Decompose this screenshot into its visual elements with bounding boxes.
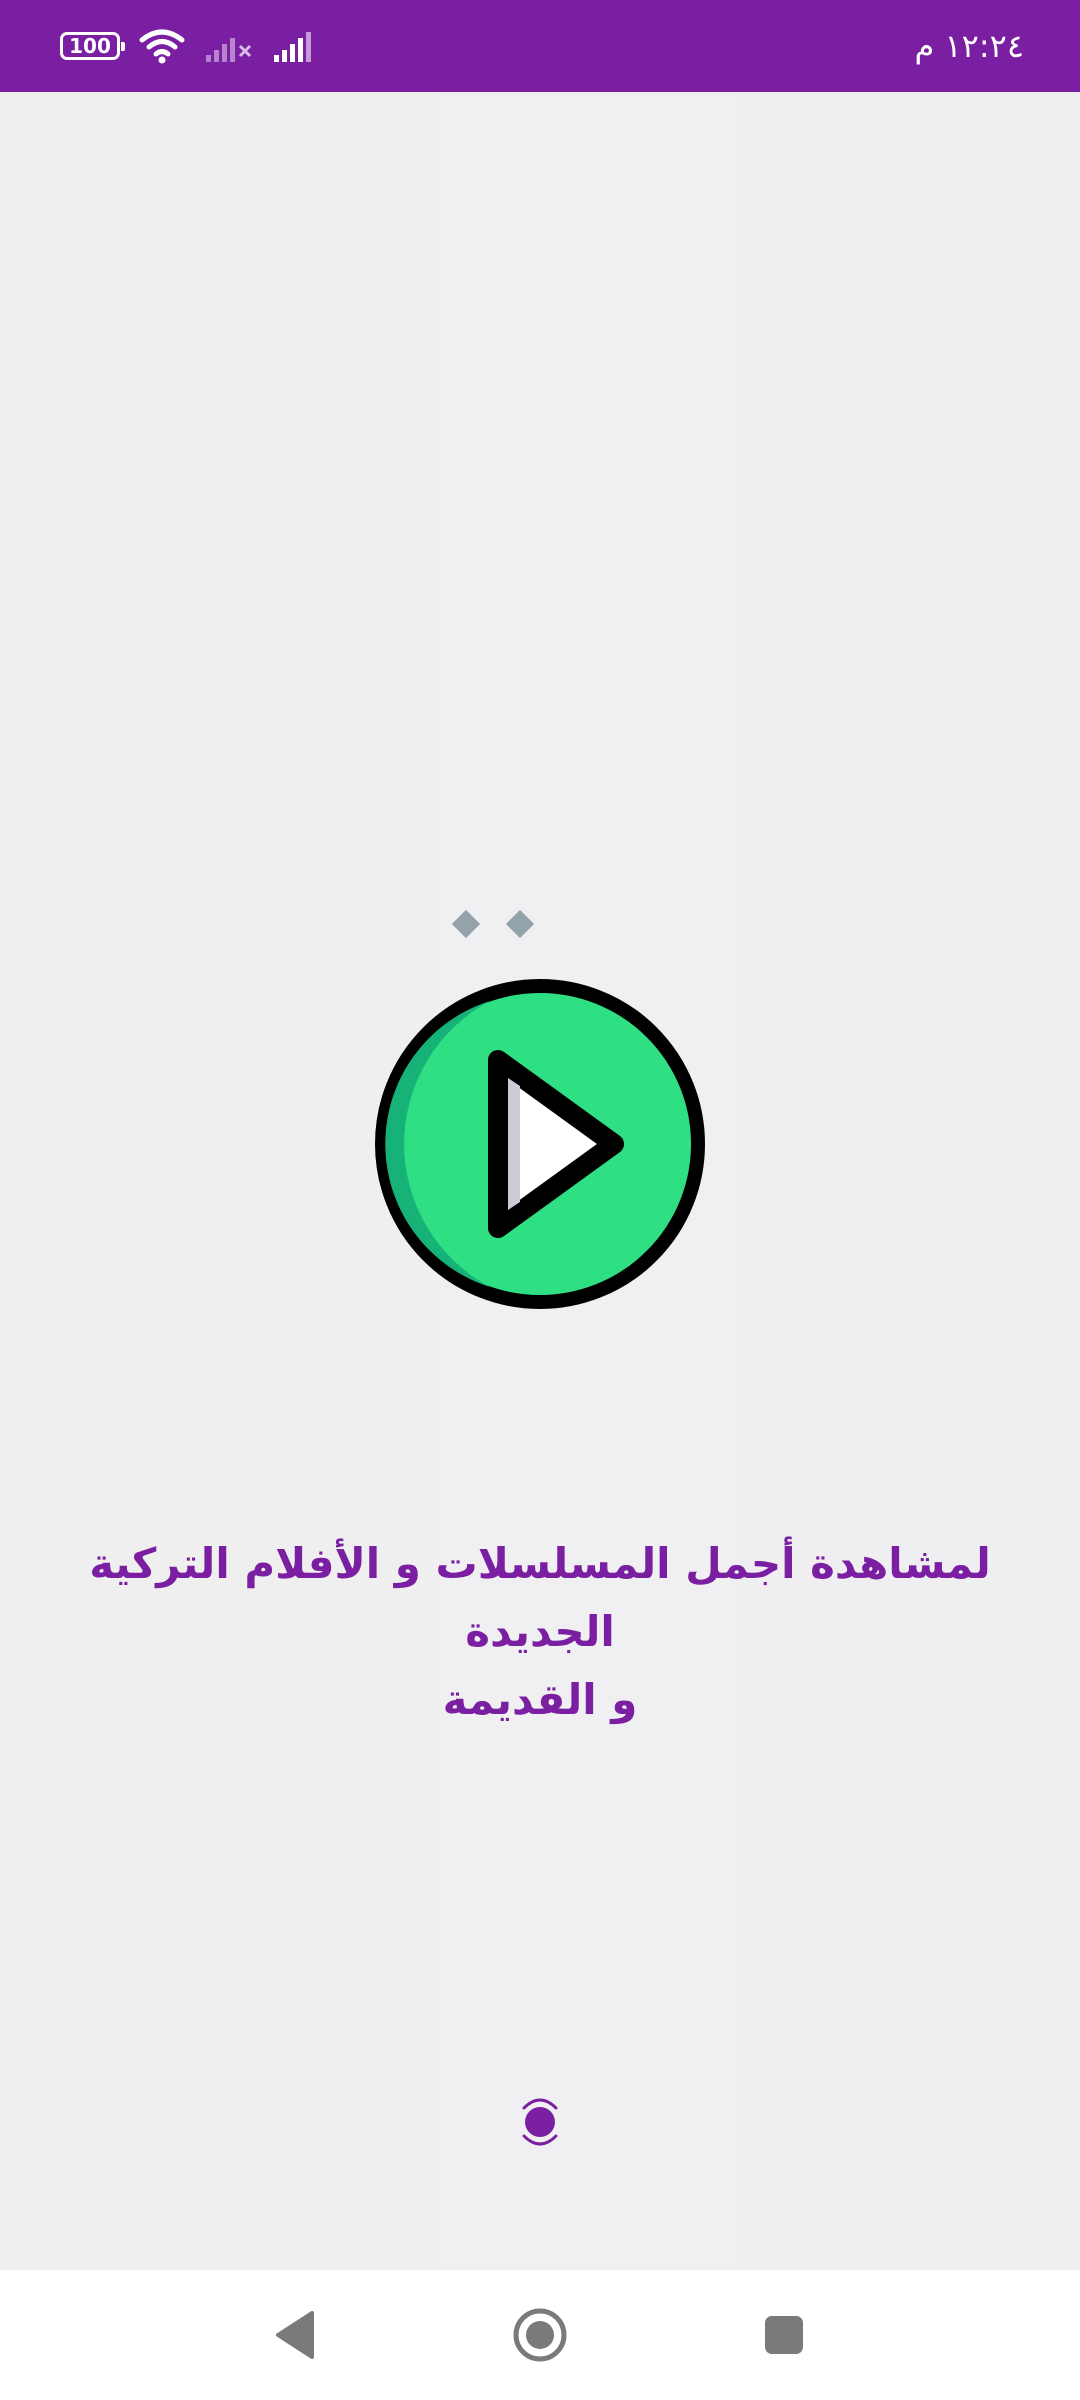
battery-icon: 100	[60, 32, 125, 60]
status-icons: 100	[60, 0, 322, 92]
wifi-icon	[139, 29, 185, 64]
tagline-line-1: لمشاهدة أجمل المسلسلات و الأفلام التركية…	[89, 1539, 991, 1656]
back-button[interactable]	[236, 2270, 356, 2400]
home-icon	[513, 2308, 567, 2362]
recents-icon	[765, 2316, 803, 2354]
splash-tagline: لمشاهدة أجمل المسلسلات و الأفلام التركية…	[40, 1530, 1040, 1734]
home-button[interactable]	[480, 2270, 600, 2400]
battery-level: 100	[69, 34, 111, 58]
navigation-bar	[0, 2270, 1080, 2400]
recents-button[interactable]	[724, 2270, 844, 2400]
back-icon	[276, 2311, 314, 2359]
status-time: ١٢:٢٤ م	[914, 27, 1024, 65]
signal-icon	[274, 32, 311, 62]
tv-play-icon	[375, 909, 705, 1309]
tagline-line-2: و القديمة	[442, 1675, 638, 1724]
loading-spinner-icon	[522, 2098, 558, 2146]
status-bar: 100 ١٢:٢٤ م	[0, 0, 1080, 92]
splash-screen: لمشاهدة أجمل المسلسلات و الأفلام التركية…	[0, 92, 1080, 2270]
signal-no-service-icon	[206, 38, 252, 62]
